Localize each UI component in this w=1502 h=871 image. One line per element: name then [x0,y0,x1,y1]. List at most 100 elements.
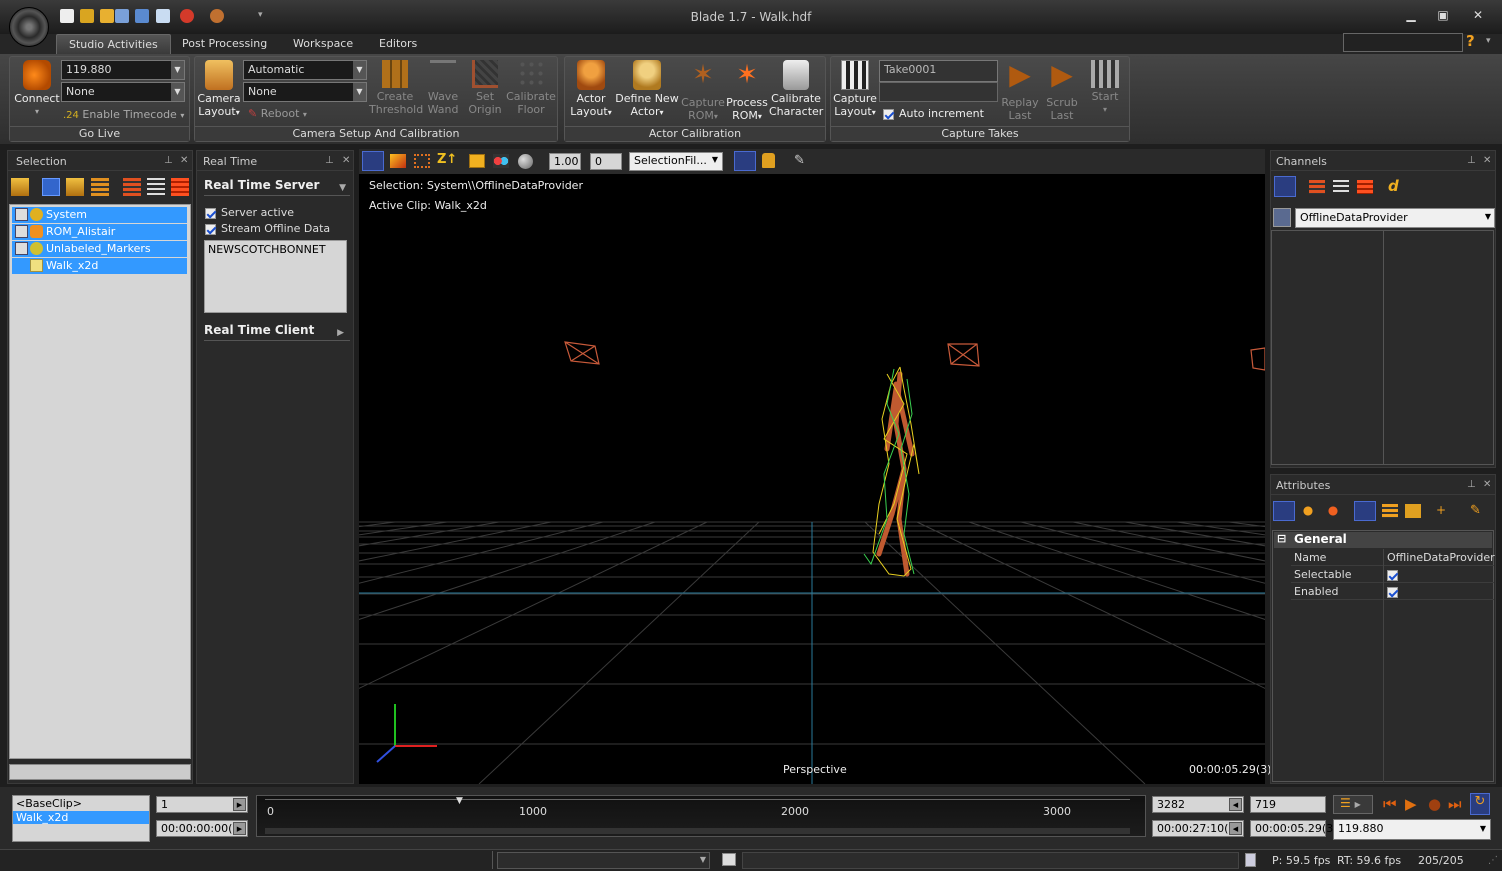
chevron-down-icon[interactable]: ▼ [353,83,366,101]
tree-item-system[interactable]: System [12,207,187,223]
set-origin-button[interactable]: Set Origin [465,60,505,116]
pin-icon[interactable]: ⊥ [164,155,173,166]
expand-arrow-icon[interactable]: ▶ [337,328,344,338]
move-tool-icon[interactable] [390,154,406,168]
channel-list[interactable] [1271,230,1494,465]
sort-icon[interactable] [1405,504,1421,518]
tree-item-rom-alistair[interactable]: ROM_Alistair [12,224,187,240]
help-icon[interactable]: ? [1466,32,1482,50]
selection-filter-combo[interactable]: SelectionFil... ▼ [629,152,723,171]
host-list-item[interactable]: NEWSCOTCHBONNET [208,243,343,256]
help-dropdown-icon[interactable]: ▾ [1486,36,1491,46]
minimize-button[interactable]: ▁ [1401,8,1421,26]
offset-input[interactable]: 0 [590,153,622,170]
copy-icon[interactable] [469,154,485,168]
channel-list-icon[interactable] [1309,180,1325,194]
lock-icon[interactable] [762,153,775,168]
process-rom-button[interactable]: ✶ Process ROM▾ [725,60,769,123]
tab-post-processing[interactable]: Post Processing [170,34,279,54]
calibrate-floor-button[interactable]: Calibrate Floor [506,60,556,116]
chevron-down-icon[interactable]: ▼ [353,61,366,79]
shading-sphere-icon[interactable] [518,154,533,169]
expand-icon[interactable] [15,242,28,255]
camera-mode-combo[interactable]: Automatic ▼ [243,60,367,80]
clip-item-baseclip[interactable]: <BaseClip> [13,796,149,811]
define-new-actor-button[interactable]: Define New Actor▾ [615,60,679,119]
set-end-tc-icon[interactable]: ◀ [1229,822,1242,835]
collapse-icon[interactable]: ⊟ [1277,532,1286,545]
maximize-button[interactable]: ▣ [1433,8,1453,26]
set-start-tc-icon[interactable]: ▶ [233,822,246,835]
take-name-input[interactable]: Take0001 [879,60,998,82]
ribbon-search-input[interactable] [1343,33,1463,52]
attribute-row-enabled[interactable]: Enabled [1291,583,1494,600]
eyedropper-icon[interactable]: ✎ [794,153,805,168]
resize-grip-icon[interactable]: ⋰ [1488,855,1498,866]
expand-icon[interactable] [15,208,28,221]
close-icon[interactable]: ✕ [1483,155,1491,166]
hierarchy-icon[interactable] [42,178,60,196]
capture-rom-button[interactable]: ✶ Capture ROM▾ [681,60,725,123]
pin-icon[interactable]: ⊥ [1467,155,1476,166]
tree-item-walk-x2d[interactable]: Walk_x2d [12,258,187,274]
realtime-client-header[interactable]: Real Time Client ▶ [204,323,350,341]
actor-layout-button[interactable]: Actor Layout▾ [567,60,615,119]
end-timecode-input[interactable]: 00:00:27:10(2) ◀ [1152,820,1244,837]
scale-input[interactable]: 1.00 [549,153,581,170]
playback-rate-combo[interactable]: 119.880 ▼ [1333,819,1491,840]
wave-wand-button[interactable]: Wave Wand [423,60,463,116]
edit-attribute-icon[interactable]: ✎ [1470,503,1481,518]
channel-clear-icon[interactable] [1357,180,1373,194]
sort-z-icon[interactable]: Z↑ [437,152,457,167]
timeline-range-bar[interactable] [265,828,1130,834]
collapse-icon[interactable]: ▼ [339,183,346,193]
reboot-button[interactable]: ✎ Reboot ▾ [248,107,307,120]
clip-item-walk-x2d[interactable]: Walk_x2d [13,811,149,824]
go-to-start-icon[interactable]: ⏮ [1383,795,1397,813]
attribute-row-selectable[interactable]: Selectable [1291,566,1494,583]
tree-view-icon[interactable] [11,178,29,196]
pin-icon[interactable]: ⊥ [325,155,334,166]
scrub-last-button[interactable]: ▶ Scrub Last [1042,60,1082,123]
playhead-marker-icon[interactable]: ▼ [456,796,463,806]
close-icon[interactable]: ✕ [180,155,188,166]
framerate-combo[interactable]: 119.880 ▼ [61,60,185,80]
go-to-end-icon[interactable]: ⏭ [1448,795,1462,813]
chevron-down-icon[interactable]: ▼ [712,155,718,164]
server-active-checkbox[interactable]: Server active [205,206,294,219]
attribute-view-icon[interactable] [1273,501,1295,521]
timecode-source-combo[interactable]: None ▼ [61,82,185,102]
camera-layout-button[interactable]: Camera Layout▾ [196,60,242,119]
stream-offline-checkbox[interactable]: Stream Offline Data [205,222,330,235]
attribute-filter-icon[interactable] [1300,504,1316,518]
close-window-button[interactable]: ✕ [1468,8,1488,26]
expand-icon[interactable] [15,225,28,238]
viewport-view-name[interactable]: Perspective [783,763,847,776]
tab-studio-activities[interactable]: Studio Activities [56,34,171,54]
list-icon[interactable] [147,178,165,196]
channel-detail-icon[interactable] [1333,180,1349,194]
start-timecode-input[interactable]: 00:00:00:00(1) ▶ [156,820,248,837]
loop-icon[interactable]: ↻ [1470,793,1490,815]
enable-timecode-button[interactable]: .24 Enable Timecode ▾ [63,108,184,121]
chevron-down-icon[interactable]: ▼ [171,83,184,101]
set-start-icon[interactable]: ▶ [233,798,246,811]
playback-options-icon[interactable]: ☰ ▶ [1333,795,1373,814]
timeline-scrubber[interactable]: ▼ 0 1000 2000 3000 [256,795,1146,837]
select-all-icon[interactable] [123,178,141,196]
current-timecode-input[interactable]: 00:00:05.29(3) [1250,820,1337,837]
host-list[interactable]: NEWSCOTCHBONNET [204,240,347,313]
pin-icon[interactable]: ⊥ [1467,479,1476,490]
set-end-icon[interactable]: ◀ [1229,798,1242,811]
replay-last-button[interactable]: ▶ Replay Last [1000,60,1040,123]
list-filter-icon[interactable] [91,178,109,196]
deselect-icon[interactable] [171,178,189,196]
start-frame-input[interactable]: 1 ▶ [156,796,248,813]
box-select-icon[interactable] [414,154,430,168]
attribute-group-general[interactable]: ⊟ General [1274,532,1492,548]
alphabetical-view-icon[interactable] [1382,504,1398,518]
chevron-down-icon[interactable]: ▼ [1485,212,1491,221]
message-log-icon[interactable] [722,853,736,866]
auto-increment-checkbox[interactable]: Auto increment [883,107,984,120]
color-mode-icon[interactable] [493,154,509,168]
